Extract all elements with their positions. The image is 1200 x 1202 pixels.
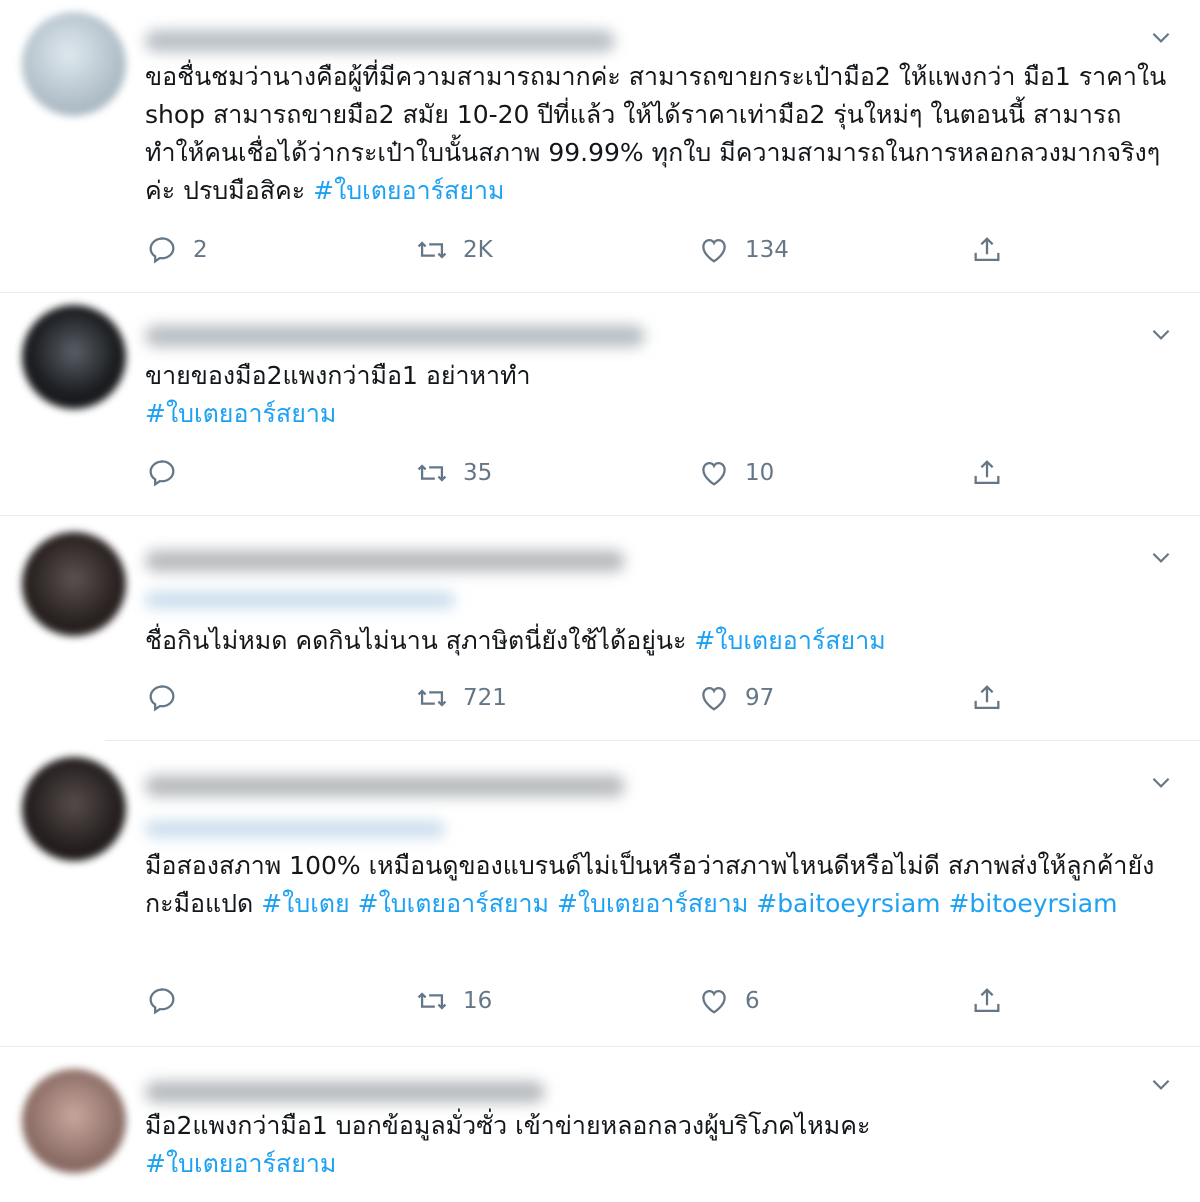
like-icon	[702, 238, 726, 263]
like-button[interactable]: 6	[697, 981, 760, 1021]
tweet[interactable]: มือ2แพงกว่ามือ1 บอกข้อมูลมั่วซั่ว เข้าข่…	[0, 1047, 1200, 1202]
tweet-actions: 35 10	[145, 453, 1045, 493]
tweet-body: ชื่อกินไม่หมด คดกินไม่นาน สุภาษิตนี่ยังใ…	[145, 626, 695, 655]
retweet-icon	[417, 992, 447, 1010]
like-button[interactable]: 10	[697, 453, 774, 493]
tweet[interactable]: ขายของมือ2แพงกว่ามือ1 อย่าหาทำ #ใบเตยอาร…	[0, 293, 1200, 515]
tweet-actions: 2 2K 134	[145, 230, 1045, 270]
hashtag-link[interactable]: #ใบเตย #ใบเตยอาร์สยาม #ใบเตยอาร์สยาม #ba…	[261, 889, 1117, 918]
retweet-button[interactable]: 35	[415, 453, 492, 493]
reply-button[interactable]	[145, 678, 179, 718]
tweet-text: ขอชื่นชมว่านางคือผู้ที่มีความสามารถมากค่…	[145, 58, 1175, 210]
hashtag-link[interactable]: #ใบเตยอาร์สยาม	[145, 1145, 1175, 1183]
reply-icon	[149, 685, 175, 712]
retweet-icon	[417, 464, 447, 482]
tweet-actions: 721 97	[145, 678, 1045, 718]
reply-icon	[149, 460, 175, 487]
chevron-down-icon[interactable]	[1148, 24, 1174, 50]
blurred-user-header	[145, 550, 625, 572]
tweet[interactable]: มือสองสภาพ 100% เหมือนดูของแบรนด์ไม่เป็น…	[0, 741, 1200, 1046]
chevron-down-icon[interactable]	[1148, 544, 1174, 570]
like-icon	[702, 686, 726, 711]
like-count: 97	[745, 685, 775, 711]
share-icon	[974, 460, 1000, 485]
avatar[interactable]	[22, 1069, 126, 1173]
hashtag-link[interactable]: #ใบเตยอาร์สยาม	[145, 395, 1175, 433]
share-button[interactable]	[970, 981, 1004, 1021]
retweet-button[interactable]: 16	[415, 981, 492, 1021]
chevron-down-icon[interactable]	[1148, 321, 1174, 347]
share-icon	[974, 685, 1000, 710]
tweet[interactable]: ชื่อกินไม่หมด คดกินไม่นาน สุภาษิตนี่ยังใ…	[0, 516, 1200, 740]
like-icon	[702, 461, 726, 486]
reply-icon	[149, 988, 175, 1015]
share-button[interactable]	[970, 678, 1004, 718]
hashtag-link[interactable]: #ใบเตยอาร์สยาม	[694, 626, 885, 655]
tweet-text: ขายของมือ2แพงกว่ามือ1 อย่าหาทำ #ใบเตยอาร…	[145, 357, 1175, 433]
retweet-count: 2K	[463, 237, 493, 263]
hashtag-link[interactable]: #ใบเตยอาร์สยาม	[313, 176, 504, 205]
retweet-button[interactable]: 721	[415, 678, 507, 718]
tweet-text: มือสองสภาพ 100% เหมือนดูของแบรนด์ไม่เป็น…	[145, 847, 1175, 923]
like-button[interactable]: 97	[697, 678, 774, 718]
avatar[interactable]	[22, 305, 126, 409]
tweet[interactable]: ขอชื่นชมว่านางคือผู้ที่มีความสามารถมากค่…	[0, 0, 1200, 292]
tweet-text: ชื่อกินไม่หมด คดกินไม่นาน สุภาษิตนี่ยังใ…	[145, 622, 1175, 660]
retweet-icon	[417, 689, 447, 707]
like-icon	[702, 989, 726, 1014]
share-icon	[974, 988, 1000, 1013]
like-count: 10	[745, 460, 775, 486]
like-button[interactable]: 134	[697, 230, 789, 270]
share-button[interactable]	[970, 230, 1004, 270]
blurred-user-header	[145, 1081, 545, 1103]
avatar[interactable]	[22, 12, 126, 116]
retweet-count: 35	[463, 460, 493, 486]
reply-button[interactable]	[145, 981, 179, 1021]
retweet-count: 16	[463, 988, 493, 1014]
avatar[interactable]	[22, 757, 126, 861]
blurred-user-header	[145, 775, 625, 797]
retweet-count: 721	[463, 685, 507, 711]
retweet-button[interactable]: 2K	[415, 230, 493, 270]
like-count: 134	[745, 237, 789, 263]
reply-button[interactable]: 2	[145, 230, 208, 270]
reply-count: 2	[193, 237, 208, 263]
tweet-body: ขายของมือ2แพงกว่ามือ1 อย่าหาทำ	[145, 361, 531, 390]
chevron-down-icon[interactable]	[1148, 1071, 1174, 1097]
blurred-user-header	[145, 30, 615, 52]
tweet-body: มือ2แพงกว่ามือ1 บอกข้อมูลมั่วซั่ว เข้าข่…	[145, 1111, 871, 1140]
avatar[interactable]	[22, 532, 126, 636]
like-count: 6	[745, 988, 760, 1014]
tweet-actions: 16 6	[145, 981, 1045, 1021]
reply-button[interactable]	[145, 453, 179, 493]
chevron-down-icon[interactable]	[1148, 769, 1174, 795]
blurred-user-header	[145, 325, 645, 347]
tweet-text: มือ2แพงกว่ามือ1 บอกข้อมูลมั่วซั่ว เข้าข่…	[145, 1107, 1175, 1183]
share-icon	[974, 237, 1000, 262]
reply-icon	[149, 237, 175, 264]
share-button[interactable]	[970, 453, 1004, 493]
retweet-icon	[417, 241, 447, 259]
blurred-user-handle	[145, 592, 455, 608]
tweet-body: ขอชื่นชมว่านางคือผู้ที่มีความสามารถมากค่…	[145, 62, 1167, 205]
blurred-user-handle	[145, 821, 445, 837]
